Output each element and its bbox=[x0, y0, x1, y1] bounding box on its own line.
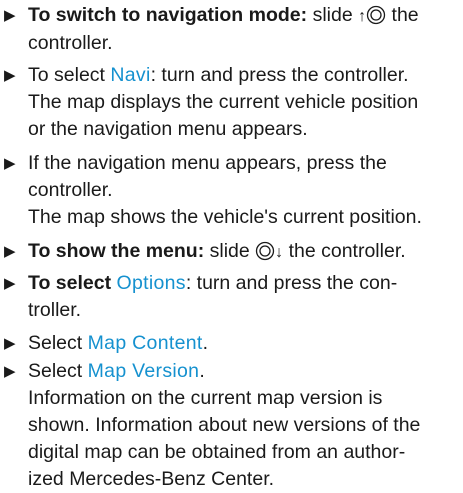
menu-item-map-content: Map Content bbox=[87, 332, 203, 354]
step-text: . bbox=[202, 332, 208, 354]
step-text: ized Mercedes-Benz Center. bbox=[28, 468, 275, 490]
menu-item-navi: Navi bbox=[110, 64, 151, 86]
step-text: the bbox=[386, 4, 419, 26]
manual-page: ▶ To switch to navigation mode: slide ↑ … bbox=[0, 0, 463, 490]
arrow-up-icon: ↑ bbox=[358, 8, 367, 25]
step-text: Select bbox=[28, 332, 88, 354]
step-text: The map shows the vehicle's current posi… bbox=[28, 206, 422, 228]
bullet-icon: ▶ bbox=[4, 67, 16, 84]
bullet-icon: ▶ bbox=[4, 363, 16, 380]
step-select-map-content: ▶ Select Map Content. bbox=[0, 330, 463, 357]
step-text: : turn and press the controller. bbox=[150, 64, 409, 86]
step-text: shown. Information about new versions of… bbox=[28, 414, 421, 436]
menu-item-options: Options bbox=[116, 272, 186, 294]
step-text: . bbox=[199, 360, 205, 382]
arrow-down-icon: ↓ bbox=[275, 244, 284, 261]
step-navigation-menu-appears: ▶ If the navigation menu appears, press … bbox=[0, 150, 463, 231]
bullet-icon: ▶ bbox=[4, 335, 16, 352]
step-text: controller. bbox=[28, 179, 113, 201]
bullet-icon: ▶ bbox=[4, 155, 16, 172]
controller-knob-icon bbox=[366, 5, 386, 25]
step-lead: To switch to navigation mode: bbox=[28, 4, 308, 26]
step-text: Select bbox=[28, 360, 88, 382]
step-text: If the navigation menu appears, press th… bbox=[28, 152, 387, 174]
step-text: troller. bbox=[28, 299, 82, 321]
step-switch-navigation-mode: ▶ To switch to navigation mode: slide ↑ … bbox=[0, 2, 463, 57]
step-select-map-version: ▶ Select Map Version. Information on the… bbox=[0, 358, 463, 493]
step-text: or the navigation menu appears. bbox=[28, 118, 308, 140]
step-select-navi: ▶ To select Navi: turn and press the con… bbox=[0, 62, 463, 143]
step-lead: To select bbox=[28, 272, 117, 294]
step-text: slide bbox=[307, 4, 359, 26]
step-text: digital map can be obtained from an auth… bbox=[28, 441, 406, 463]
bullet-icon: ▶ bbox=[4, 243, 16, 260]
step-show-menu: ▶ To show the menu: slide ↓ the controll… bbox=[0, 238, 463, 266]
menu-item-map-version: Map Version bbox=[87, 360, 200, 382]
bullet-icon: ▶ bbox=[4, 7, 16, 24]
step-lead: To show the menu: bbox=[28, 240, 205, 262]
step-text: slide bbox=[204, 240, 256, 262]
step-text: : turn and press the con- bbox=[185, 272, 398, 294]
controller-knob-icon bbox=[255, 241, 275, 261]
bullet-icon: ▶ bbox=[4, 275, 16, 292]
step-text: Information on the current map version i… bbox=[28, 387, 383, 409]
step-text: To select bbox=[28, 64, 111, 86]
step-text: the controller. bbox=[283, 240, 406, 262]
step-select-options: ▶ To select Options: turn and press the … bbox=[0, 270, 463, 324]
step-text: The map displays the current vehicle pos… bbox=[28, 91, 419, 113]
step-text: controller. bbox=[28, 32, 113, 54]
